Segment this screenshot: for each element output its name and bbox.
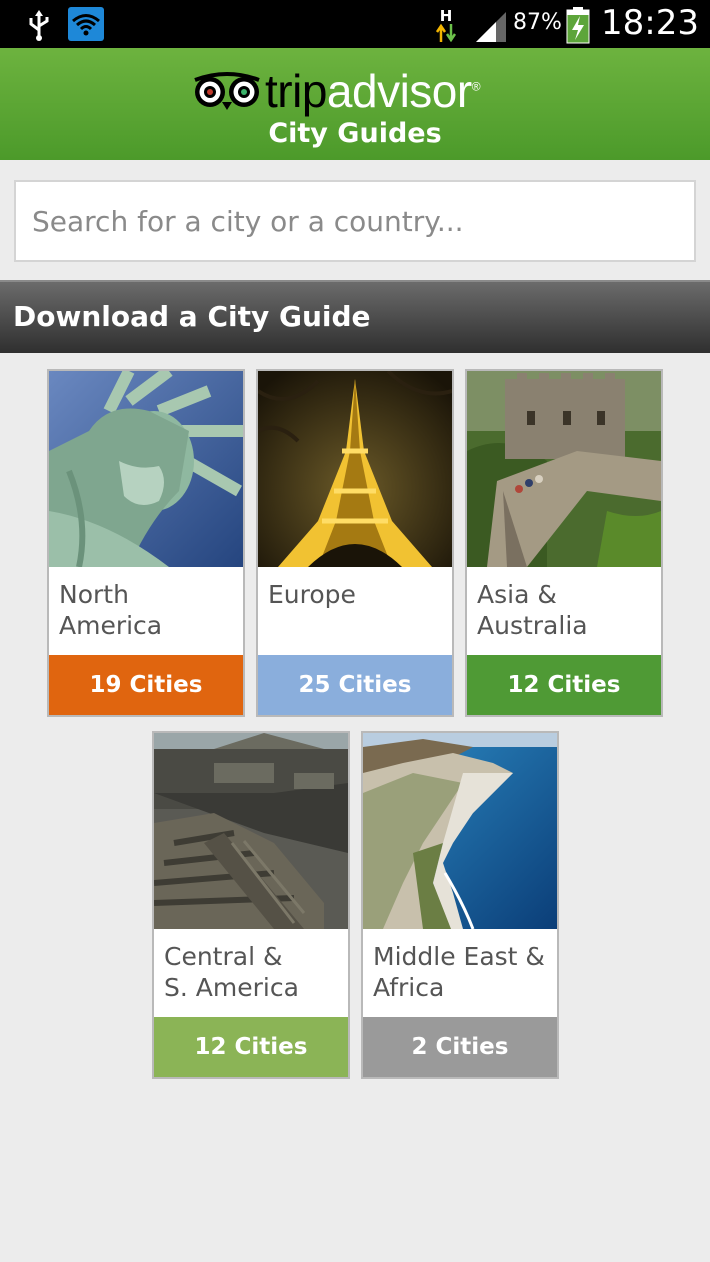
region-name: Middle East & Africa <box>373 942 545 1002</box>
battery-percent: 87% <box>513 10 562 35</box>
search-input[interactable] <box>14 180 696 262</box>
region-card-north-america[interactable]: North America 19 Cities <box>47 369 245 717</box>
cape-town-coast-image <box>363 733 557 929</box>
city-count-badge: 12 Cities <box>154 1017 348 1077</box>
statue-of-liberty-image <box>49 371 243 567</box>
region-card-asia-australia[interactable]: Asia & Australia 12 Cities <box>465 369 663 717</box>
eiffel-tower-image <box>258 371 452 567</box>
region-name: Central & S. America <box>164 942 299 1002</box>
page-subtitle: City Guides <box>268 118 442 149</box>
region-card-middle-east-africa[interactable]: Middle East & Africa 2 Cities <box>361 731 559 1079</box>
region-card-central-south-america[interactable]: Central & S. America 12 Cities <box>152 731 350 1079</box>
section-title: Download a City Guide <box>13 300 371 333</box>
signal-icon <box>476 12 506 42</box>
wifi-icon <box>68 7 104 41</box>
usb-icon <box>29 10 49 41</box>
city-count-badge: 12 Cities <box>467 655 661 715</box>
tripadvisor-logo: tripadvisor® <box>0 60 710 117</box>
region-name: North America <box>59 580 163 640</box>
clock: 18:23 <box>601 3 699 43</box>
data-activity-icon: H <box>435 7 457 42</box>
city-count-badge: 25 Cities <box>258 655 452 715</box>
city-count-badge: 19 Cities <box>49 655 243 715</box>
city-count-badge: 2 Cities <box>363 1017 557 1077</box>
great-wall-image <box>467 371 661 567</box>
app-header: tripadvisor® City Guides <box>0 48 710 160</box>
owl-logo-icon <box>194 72 260 110</box>
svg-text:H: H <box>440 7 453 25</box>
teotihuacan-pyramids-image <box>154 733 348 929</box>
region-name: Europe <box>268 580 356 609</box>
region-name: Asia & Australia <box>477 580 588 640</box>
search-area <box>0 160 710 280</box>
logo-wordmark: tripadvisor® <box>265 65 481 117</box>
battery-charging-icon <box>566 7 590 44</box>
status-bar: H 87% 18:23 <box>0 0 710 48</box>
section-header: Download a City Guide <box>0 280 710 353</box>
region-card-europe[interactable]: Europe 25 Cities <box>256 369 454 717</box>
